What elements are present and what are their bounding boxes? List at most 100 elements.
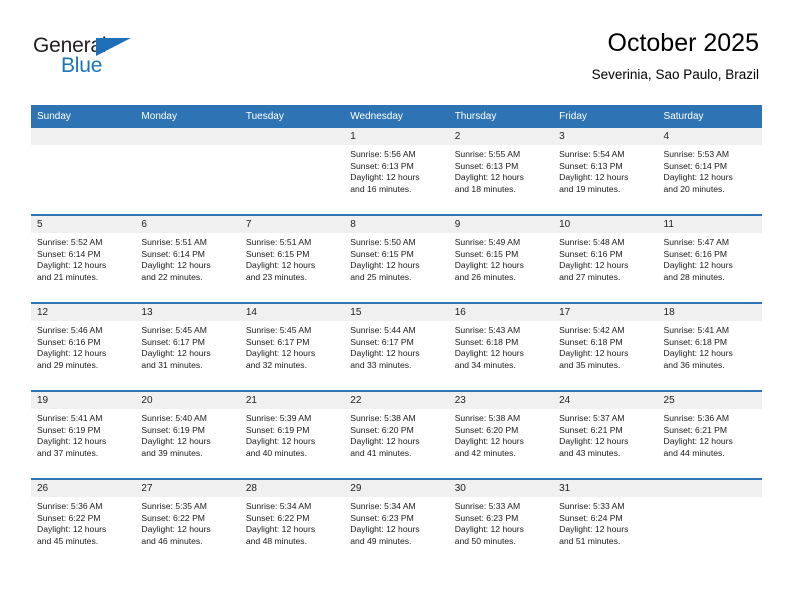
sunset-text: Sunset: 6:14 PM (141, 248, 205, 259)
day-cell-inner: 12 Sunrise: 5:46 AM Sunset: 6:16 PM Dayl… (31, 304, 136, 390)
generalblue-logo[interactable]: General Blue (33, 34, 223, 90)
calendar-day-cell[interactable]: 24 Sunrise: 5:37 AM Sunset: 6:21 PM Dayl… (553, 390, 658, 479)
calendar-day-cell[interactable]: 10 Sunrise: 5:48 AM Sunset: 6:16 PM Dayl… (553, 214, 658, 303)
logo-text-blue: Blue (61, 54, 103, 77)
day-number (657, 480, 762, 497)
daylight-text-line2: and 34 minutes. (454, 359, 516, 370)
calendar-day-cell[interactable]: 4 Sunrise: 5:53 AM Sunset: 6:14 PM Dayli… (657, 128, 762, 215)
day-cell-inner: 24 Sunrise: 5:37 AM Sunset: 6:21 PM Dayl… (553, 392, 658, 478)
sunrise-text: Sunrise: 5:48 AM (559, 237, 625, 247)
daylight-text-line1: Daylight: 12 hours (245, 260, 316, 271)
sunset-text: Sunset: 6:16 PM (663, 248, 728, 259)
daylight-text-line1: Daylight: 12 hours (663, 260, 733, 271)
day-info (135, 145, 239, 149)
day-number: 20 (135, 392, 240, 409)
calendar-body: 1 Sunrise: 5:56 AM Sunset: 6:13 PM Dayli… (31, 128, 762, 566)
calendar-day-cell[interactable]: 1 Sunrise: 5:56 AM Sunset: 6:13 PM Dayli… (344, 128, 449, 215)
calendar-day-cell[interactable]: 2 Sunrise: 5:55 AM Sunset: 6:13 PM Dayli… (448, 128, 554, 215)
calendar-day-cell[interactable]: 3 Sunrise: 5:54 AM Sunset: 6:13 PM Dayli… (553, 128, 658, 215)
daylight-text-line2: and 29 minutes. (37, 359, 99, 370)
calendar-day-cell[interactable]: 5 Sunrise: 5:52 AM Sunset: 6:14 PM Dayli… (31, 214, 136, 303)
day-info: Sunrise: 5:55 AM Sunset: 6:13 PM Dayligh… (449, 145, 553, 195)
sunrise-text: Sunrise: 5:49 AM (454, 237, 521, 247)
calendar-day-cell[interactable]: 18 Sunrise: 5:41 AM Sunset: 6:18 PM Dayl… (657, 302, 762, 391)
day-info: Sunrise: 5:41 AM Sunset: 6:18 PM Dayligh… (658, 321, 762, 371)
calendar-day-cell[interactable]: 23 Sunrise: 5:38 AM Sunset: 6:20 PM Dayl… (448, 390, 554, 479)
weekday-header-monday: Monday (135, 105, 240, 128)
day-info: Sunrise: 5:56 AM Sunset: 6:13 PM Dayligh… (344, 145, 448, 195)
day-info: Sunrise: 5:50 AM Sunset: 6:15 PM Dayligh… (344, 233, 448, 283)
weekday-header-friday: Friday (553, 105, 658, 128)
calendar-day-cell[interactable]: 31 Sunrise: 5:33 AM Sunset: 6:24 PM Dayl… (553, 478, 658, 566)
daylight-text-line1: Daylight: 12 hours (350, 524, 420, 535)
day-info: Sunrise: 5:48 AM Sunset: 6:16 PM Dayligh… (553, 233, 657, 283)
sunrise-text: Sunrise: 5:53 AM (663, 149, 729, 159)
calendar-day-cell[interactable]: 21 Sunrise: 5:39 AM Sunset: 6:19 PM Dayl… (239, 390, 345, 479)
sunrise-text: Sunrise: 5:45 AM (141, 325, 207, 335)
sunset-text: Sunset: 6:22 PM (141, 512, 205, 523)
daylight-text-line1: Daylight: 12 hours (37, 436, 107, 447)
calendar-day-cell[interactable]: 16 Sunrise: 5:43 AM Sunset: 6:18 PM Dayl… (448, 302, 554, 391)
calendar-day-cell[interactable]: 14 Sunrise: 5:45 AM Sunset: 6:17 PM Dayl… (239, 302, 345, 391)
calendar-day-cell[interactable]: 12 Sunrise: 5:46 AM Sunset: 6:16 PM Dayl… (31, 302, 136, 391)
calendar-day-cell[interactable]: 25 Sunrise: 5:36 AM Sunset: 6:21 PM Dayl… (657, 390, 762, 479)
day-number: 11 (657, 216, 762, 233)
daylight-text-line2: and 33 minutes. (350, 359, 412, 370)
calendar-day-cell[interactable]: 11 Sunrise: 5:47 AM Sunset: 6:16 PM Dayl… (657, 214, 762, 303)
calendar-day-cell[interactable] (135, 128, 240, 215)
day-info (658, 497, 762, 501)
calendar-day-cell[interactable]: 17 Sunrise: 5:42 AM Sunset: 6:18 PM Dayl… (553, 302, 658, 391)
day-cell-inner: 27 Sunrise: 5:35 AM Sunset: 6:22 PM Dayl… (135, 480, 240, 566)
weekday-header-tuesday: Tuesday (239, 105, 345, 128)
calendar-day-cell[interactable]: 13 Sunrise: 5:45 AM Sunset: 6:17 PM Dayl… (135, 302, 240, 391)
sunrise-text: Sunrise: 5:44 AM (350, 325, 416, 335)
sunset-text: Sunset: 6:14 PM (663, 160, 728, 171)
calendar-day-cell[interactable]: 20 Sunrise: 5:40 AM Sunset: 6:19 PM Dayl… (135, 390, 240, 479)
day-number (239, 128, 345, 145)
calendar-day-cell[interactable]: 26 Sunrise: 5:36 AM Sunset: 6:22 PM Dayl… (31, 478, 136, 566)
sunset-text: Sunset: 6:15 PM (350, 248, 414, 259)
sunrise-text: Sunrise: 5:40 AM (141, 413, 207, 423)
calendar-day-cell[interactable]: 28 Sunrise: 5:34 AM Sunset: 6:22 PM Dayl… (239, 478, 345, 566)
sunset-text: Sunset: 6:19 PM (37, 424, 101, 435)
day-info: Sunrise: 5:44 AM Sunset: 6:17 PM Dayligh… (344, 321, 448, 371)
calendar-day-cell[interactable] (239, 128, 345, 215)
calendar-day-cell[interactable]: 9 Sunrise: 5:49 AM Sunset: 6:15 PM Dayli… (448, 214, 554, 303)
calendar-day-cell[interactable]: 6 Sunrise: 5:51 AM Sunset: 6:14 PM Dayli… (135, 214, 240, 303)
daylight-text-line1: Daylight: 12 hours (37, 348, 107, 359)
sunset-text: Sunset: 6:22 PM (37, 512, 101, 523)
daylight-text-line2: and 36 minutes. (663, 359, 725, 370)
calendar-day-cell[interactable]: 8 Sunrise: 5:50 AM Sunset: 6:15 PM Dayli… (344, 214, 449, 303)
calendar-day-cell[interactable] (657, 478, 762, 566)
daylight-text-line2: and 16 minutes. (350, 183, 412, 194)
calendar-day-cell[interactable]: 27 Sunrise: 5:35 AM Sunset: 6:22 PM Dayl… (135, 478, 240, 566)
day-info: Sunrise: 5:51 AM Sunset: 6:15 PM Dayligh… (240, 233, 344, 283)
calendar-day-cell[interactable]: 15 Sunrise: 5:44 AM Sunset: 6:17 PM Dayl… (344, 302, 449, 391)
calendar-day-cell[interactable]: 19 Sunrise: 5:41 AM Sunset: 6:19 PM Dayl… (31, 390, 136, 479)
daylight-text-line2: and 37 minutes. (37, 447, 99, 458)
day-cell-inner: 23 Sunrise: 5:38 AM Sunset: 6:20 PM Dayl… (448, 392, 554, 478)
calendar-day-cell[interactable] (31, 128, 136, 215)
day-info: Sunrise: 5:45 AM Sunset: 6:17 PM Dayligh… (135, 321, 239, 371)
daylight-text-line2: and 27 minutes. (559, 271, 621, 282)
day-number: 30 (448, 480, 554, 497)
sunrise-text: Sunrise: 5:35 AM (141, 501, 207, 511)
calendar-day-cell[interactable]: 30 Sunrise: 5:33 AM Sunset: 6:23 PM Dayl… (448, 478, 554, 566)
day-cell-inner: 25 Sunrise: 5:36 AM Sunset: 6:21 PM Dayl… (657, 392, 762, 478)
day-cell-inner: 10 Sunrise: 5:48 AM Sunset: 6:16 PM Dayl… (553, 216, 658, 302)
daylight-text-line1: Daylight: 12 hours (37, 260, 107, 271)
page-subtitle: Severinia, Sao Paulo, Brazil (591, 67, 759, 82)
sunset-text: Sunset: 6:20 PM (350, 424, 414, 435)
page-title: October 2025 (607, 29, 760, 57)
calendar-day-cell[interactable]: 22 Sunrise: 5:38 AM Sunset: 6:20 PM Dayl… (344, 390, 449, 479)
sunrise-text: Sunrise: 5:33 AM (559, 501, 625, 511)
day-cell-inner: 15 Sunrise: 5:44 AM Sunset: 6:17 PM Dayl… (344, 304, 449, 390)
day-info: Sunrise: 5:54 AM Sunset: 6:13 PM Dayligh… (553, 145, 657, 195)
daylight-text-line1: Daylight: 12 hours (245, 348, 316, 359)
day-cell-inner: 13 Sunrise: 5:45 AM Sunset: 6:17 PM Dayl… (135, 304, 240, 390)
calendar-day-cell[interactable]: 7 Sunrise: 5:51 AM Sunset: 6:15 PM Dayli… (239, 214, 345, 303)
day-number (31, 128, 136, 145)
calendar-day-cell[interactable]: 29 Sunrise: 5:34 AM Sunset: 6:23 PM Dayl… (344, 478, 449, 566)
sunset-text: Sunset: 6:21 PM (559, 424, 623, 435)
weekday-header-saturday: Saturday (657, 105, 762, 128)
